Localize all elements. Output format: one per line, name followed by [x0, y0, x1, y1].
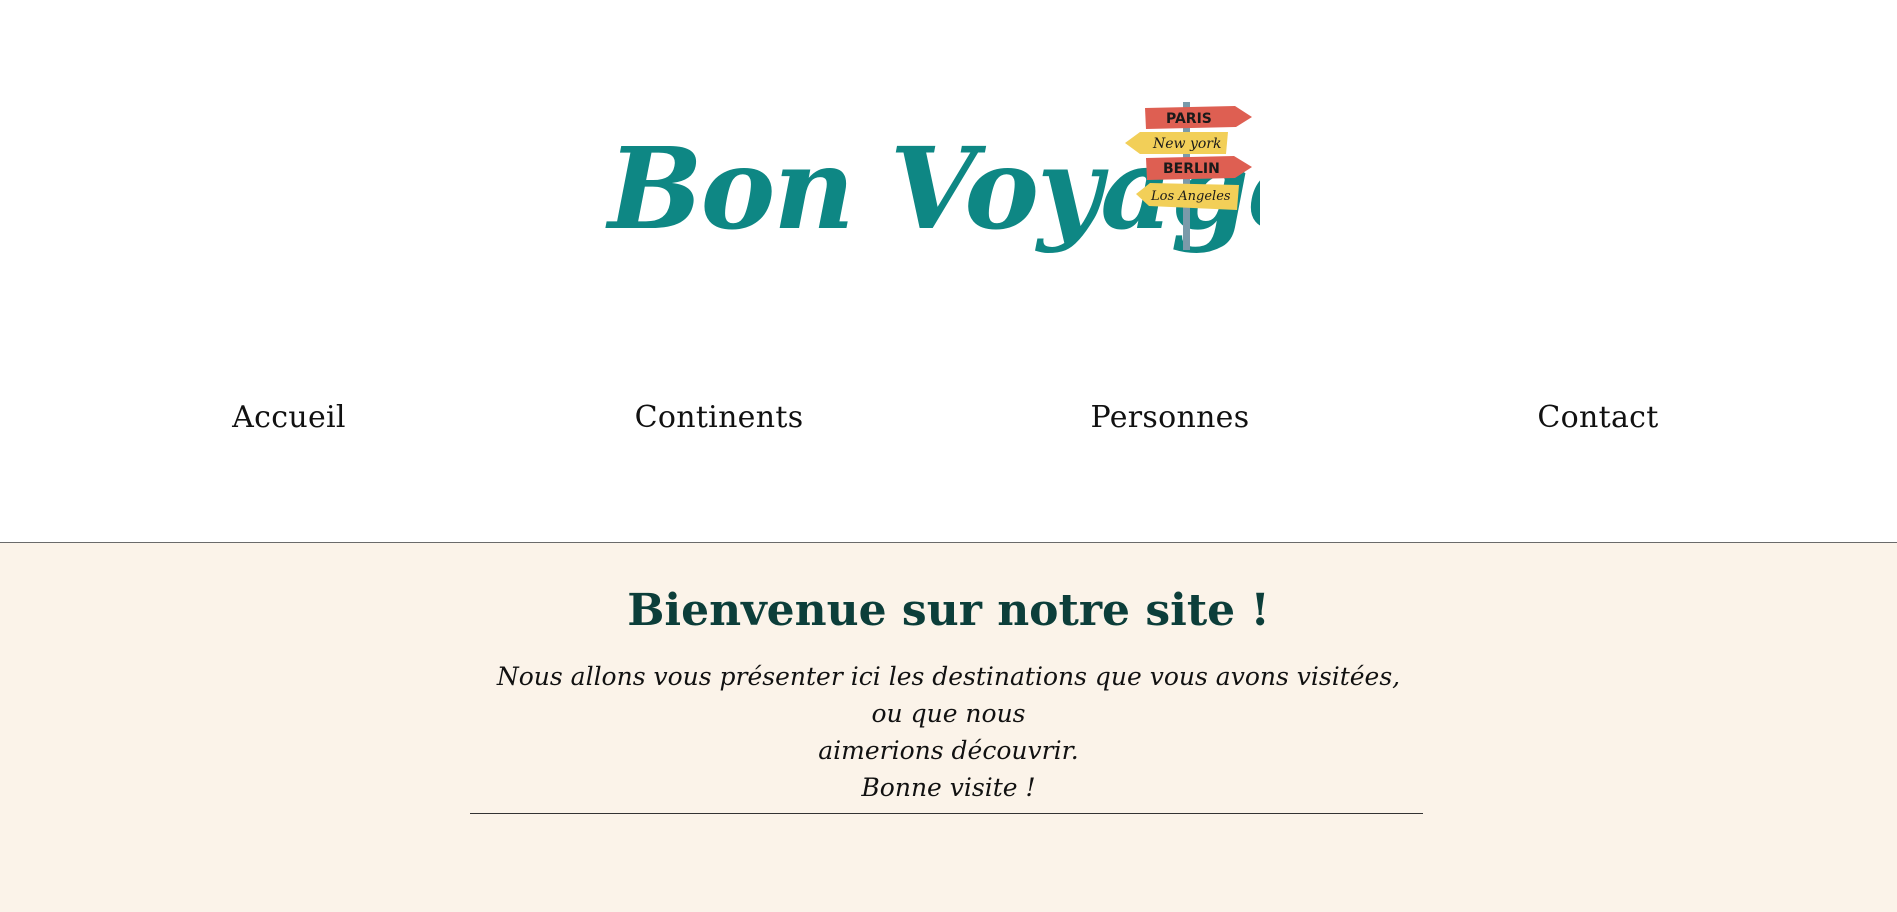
sign-paris-label: PARIS [1166, 111, 1212, 127]
intro-text: Nous allons vous présenter ici les desti… [480, 658, 1417, 806]
sign-new-york: New york [1125, 132, 1228, 154]
intro-line-1: Nous allons vous présenter ici les desti… [496, 662, 1401, 728]
sign-berlin-label: BERLIN [1163, 161, 1220, 177]
nav-item-continents[interactable]: Continents [635, 400, 804, 435]
intro-line-2: aimerions découvrir. [818, 736, 1079, 765]
section-divider [470, 813, 1423, 814]
sign-berlin: BERLIN [1146, 156, 1252, 180]
sign-new-york-label: New york [1152, 136, 1221, 152]
nav-item-contact[interactable]: Contact [1537, 400, 1658, 435]
intro-line-3: Bonne visite ! [861, 773, 1036, 802]
sign-los-angeles: Los Angeles [1136, 183, 1239, 210]
logo-graphic: Bon Voyage PARIS New york BERLIN Los Ang… [605, 102, 1260, 255]
page-title: Bienvenue sur notre site ! [627, 585, 1270, 636]
sign-paris: PARIS [1145, 106, 1252, 129]
site-header: Bon Voyage PARIS New york BERLIN Los Ang… [0, 0, 1897, 543]
main-navigation: Accueil Continents Personnes Contact [0, 400, 1897, 456]
nav-item-accueil[interactable]: Accueil [232, 400, 346, 435]
welcome-section: Bienvenue sur notre site ! Nous allons v… [0, 543, 1897, 912]
bon-voyage-logo[interactable]: Bon Voyage PARIS New york BERLIN Los Ang… [600, 90, 1260, 300]
nav-item-personnes[interactable]: Personnes [1091, 400, 1250, 435]
sign-los-angeles-label: Los Angeles [1150, 189, 1231, 204]
